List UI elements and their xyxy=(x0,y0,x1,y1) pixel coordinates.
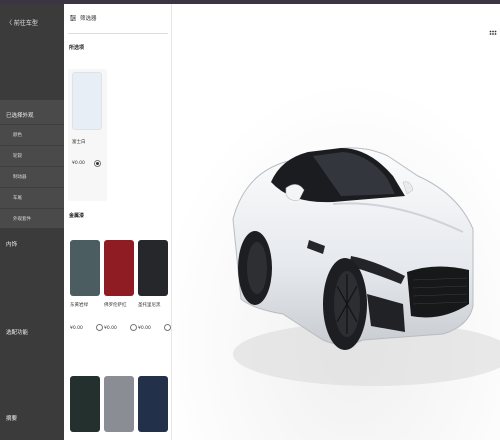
color-card[interactable] xyxy=(70,376,104,432)
sidebar-section-interior[interactable]: 内饰 xyxy=(0,240,64,248)
filter-icon xyxy=(70,15,76,21)
filter-label: 筛选器 xyxy=(80,16,97,22)
exterior-section-label: 已选择外观 xyxy=(6,113,34,119)
color-price: ¥0.00 xyxy=(70,326,83,331)
sidebar-section-exterior[interactable]: 已选择外观 颜色 轮毂 制动器 车尾 外观套件 xyxy=(0,100,64,228)
color-swatch[interactable] xyxy=(70,376,100,432)
color-swatch[interactable] xyxy=(70,240,100,296)
color-card[interactable] xyxy=(138,376,171,432)
config-sidebar: 〈 前往车型 已选择外观 颜色 轮毂 制动器 车尾 外观套件 内饰 选配功能 摘… xyxy=(0,4,64,440)
filter-button[interactable]: 筛选器 xyxy=(70,14,97,22)
color-card-black[interactable]: 圣托里尼黑 ¥0.00 xyxy=(138,240,171,331)
color-swatch[interactable] xyxy=(138,376,168,432)
sidebar-item-exterior-pack[interactable]: 外观套件 xyxy=(0,208,64,229)
color-card[interactable] xyxy=(104,376,138,432)
color-name: 东黄岩绿 xyxy=(70,303,88,308)
options-section-label: 选配功能 xyxy=(6,330,29,336)
color-radio[interactable] xyxy=(164,324,171,331)
car-image xyxy=(173,4,500,440)
color-price: ¥0.00 xyxy=(104,326,117,331)
selected-group-label: 所选项 xyxy=(69,45,85,51)
sidebar-item-brakes[interactable]: 制动器 xyxy=(0,166,64,187)
sidebar-item-color[interactable]: 颜色 xyxy=(0,124,64,145)
car-preview[interactable] xyxy=(173,4,500,440)
options-panel: 筛选器 所选项 富士白 ¥0.00 金属漆 东黄岩绿 ¥0.00 佛罗伦萨红 ¥… xyxy=(64,4,172,440)
grid-icon[interactable] xyxy=(489,30,497,38)
divider xyxy=(68,33,168,34)
color-swatch-fuji-white[interactable] xyxy=(72,72,102,130)
color-swatch[interactable] xyxy=(104,240,134,296)
color-price: ¥0.00 xyxy=(138,326,151,331)
color-swatch[interactable] xyxy=(104,376,134,432)
interior-section-label: 内饰 xyxy=(6,242,18,248)
selected-color-card[interactable]: 富士白 ¥0.00 xyxy=(68,69,107,201)
color-swatch[interactable] xyxy=(138,240,168,296)
summary-section-label: 摘要 xyxy=(6,416,18,422)
color-card-red[interactable]: 佛罗伦萨红 ¥0.00 xyxy=(104,240,138,331)
sidebar-item-wheels[interactable]: 轮毂 xyxy=(0,145,64,166)
selected-color-price: ¥0.00 xyxy=(72,161,85,166)
sidebar-section-options[interactable]: 选配功能 xyxy=(0,328,64,336)
back-to-models-link[interactable]: 〈 前往车型 xyxy=(6,18,38,27)
selected-color-name: 富士白 xyxy=(72,140,86,145)
color-radio[interactable] xyxy=(130,324,137,331)
color-card-green[interactable]: 东黄岩绿 ¥0.00 xyxy=(70,240,104,331)
sidebar-section-summary[interactable]: 摘要 xyxy=(0,414,64,422)
sidebar-item-rear[interactable]: 车尾 xyxy=(0,187,64,208)
selected-color-radio[interactable] xyxy=(94,160,101,167)
color-name: 佛罗伦萨红 xyxy=(104,303,127,308)
back-label: 〈 前往车型 xyxy=(6,20,38,27)
color-name: 圣托里尼黑 xyxy=(138,303,161,308)
color-radio[interactable] xyxy=(96,324,103,331)
metallic-group-label: 金属漆 xyxy=(69,213,85,219)
